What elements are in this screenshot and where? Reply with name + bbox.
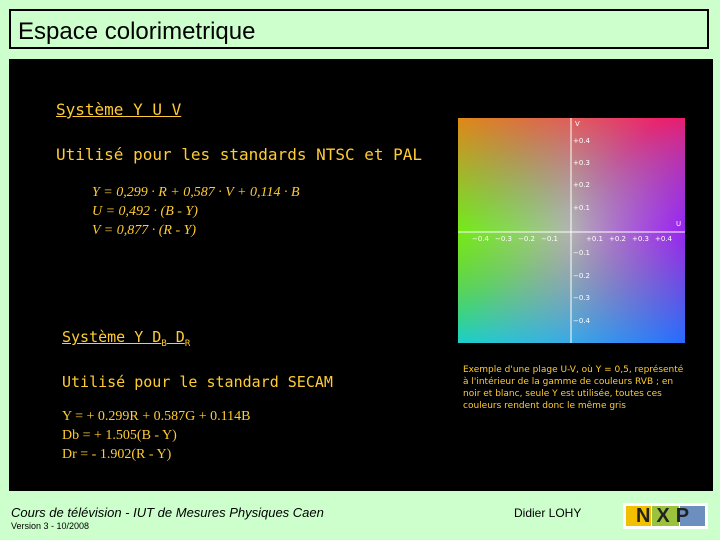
u-tick-label: +0.4: [655, 235, 673, 243]
v-tick-label: +0.4: [573, 137, 591, 145]
v-tick-label: +0.2: [573, 181, 590, 189]
ydd-usage-text: Utilisé pour le standard SECAM: [62, 373, 333, 391]
uv-plot-caption: Exemple d'une plage U-V, où Y = 0,5, rep…: [463, 365, 684, 411]
footer-course-title: Cours de télévision - IUT de Mesures Phy…: [11, 505, 324, 520]
yuv-section-title: Système Y U V: [56, 100, 182, 119]
v-tick-label: −0.4: [573, 317, 591, 325]
slide-title: Espace colorimetrique: [18, 18, 256, 45]
ydd-title-sub-r: R: [184, 339, 191, 349]
yuv-formula-u: U = 0,492 · (B - Y): [92, 204, 198, 219]
nxp-logo: NXP: [623, 503, 708, 529]
ydd-section-title: Système Y DB DR: [62, 328, 190, 349]
ydd-formula-y: Y = + 0.299R + 0.587G + 0.114B: [62, 409, 251, 424]
ydd-title-prefix: Système Y D: [62, 328, 162, 346]
yuv-formulas: Y = 0,299 · R + 0,587 · V + 0,114 · B U …: [92, 183, 300, 240]
ydd-title-mid: D: [166, 328, 185, 346]
yuv-formula-y: Y = 0,299 · R + 0,587 · V + 0,114 · B: [92, 185, 300, 200]
yuv-usage-text: Utilisé pour les standards NTSC et PAL: [56, 145, 423, 164]
ydd-formula-db: Db = + 1.505(B - Y): [62, 428, 177, 443]
u-tick-label: +0.2: [609, 235, 626, 243]
slide-title-bar: Espace colorimetrique: [9, 9, 709, 49]
yuv-formula-v: V = 0,877 · (R - Y): [92, 223, 197, 238]
u-tick-label: −0.1: [541, 235, 558, 243]
v-tick-label: −0.3: [573, 294, 590, 302]
nxp-logo-text: NXP: [635, 505, 696, 527]
v-tick-label: −0.1: [573, 249, 590, 257]
u-tick-label: −0.4: [472, 235, 490, 243]
v-axis-label: V: [575, 120, 580, 128]
v-tick-label: −0.2: [573, 272, 590, 280]
uv-color-plane-plot: V U +0.4 +0.3 +0.2 +0.1 −0.1 −0.2 −0.3 −…: [458, 118, 685, 343]
ydd-formula-dr: Dr = - 1.902(R - Y): [62, 447, 172, 462]
u-tick-label: −0.3: [495, 235, 512, 243]
uv-plane-svg: V U +0.4 +0.3 +0.2 +0.1 −0.1 −0.2 −0.3 −…: [458, 118, 685, 343]
v-tick-label: +0.3: [573, 159, 590, 167]
ydd-formulas: Y = + 0.299R + 0.587G + 0.114B Db = + 1.…: [62, 407, 250, 464]
u-tick-label: +0.1: [586, 235, 603, 243]
footer-version: Version 3 - 10/2008: [11, 521, 90, 531]
u-axis-label: U: [676, 220, 681, 228]
v-tick-label: +0.1: [573, 204, 590, 212]
u-tick-label: −0.2: [518, 235, 535, 243]
u-tick-label: +0.3: [632, 235, 649, 243]
footer-author: Didier LOHY: [514, 506, 582, 520]
